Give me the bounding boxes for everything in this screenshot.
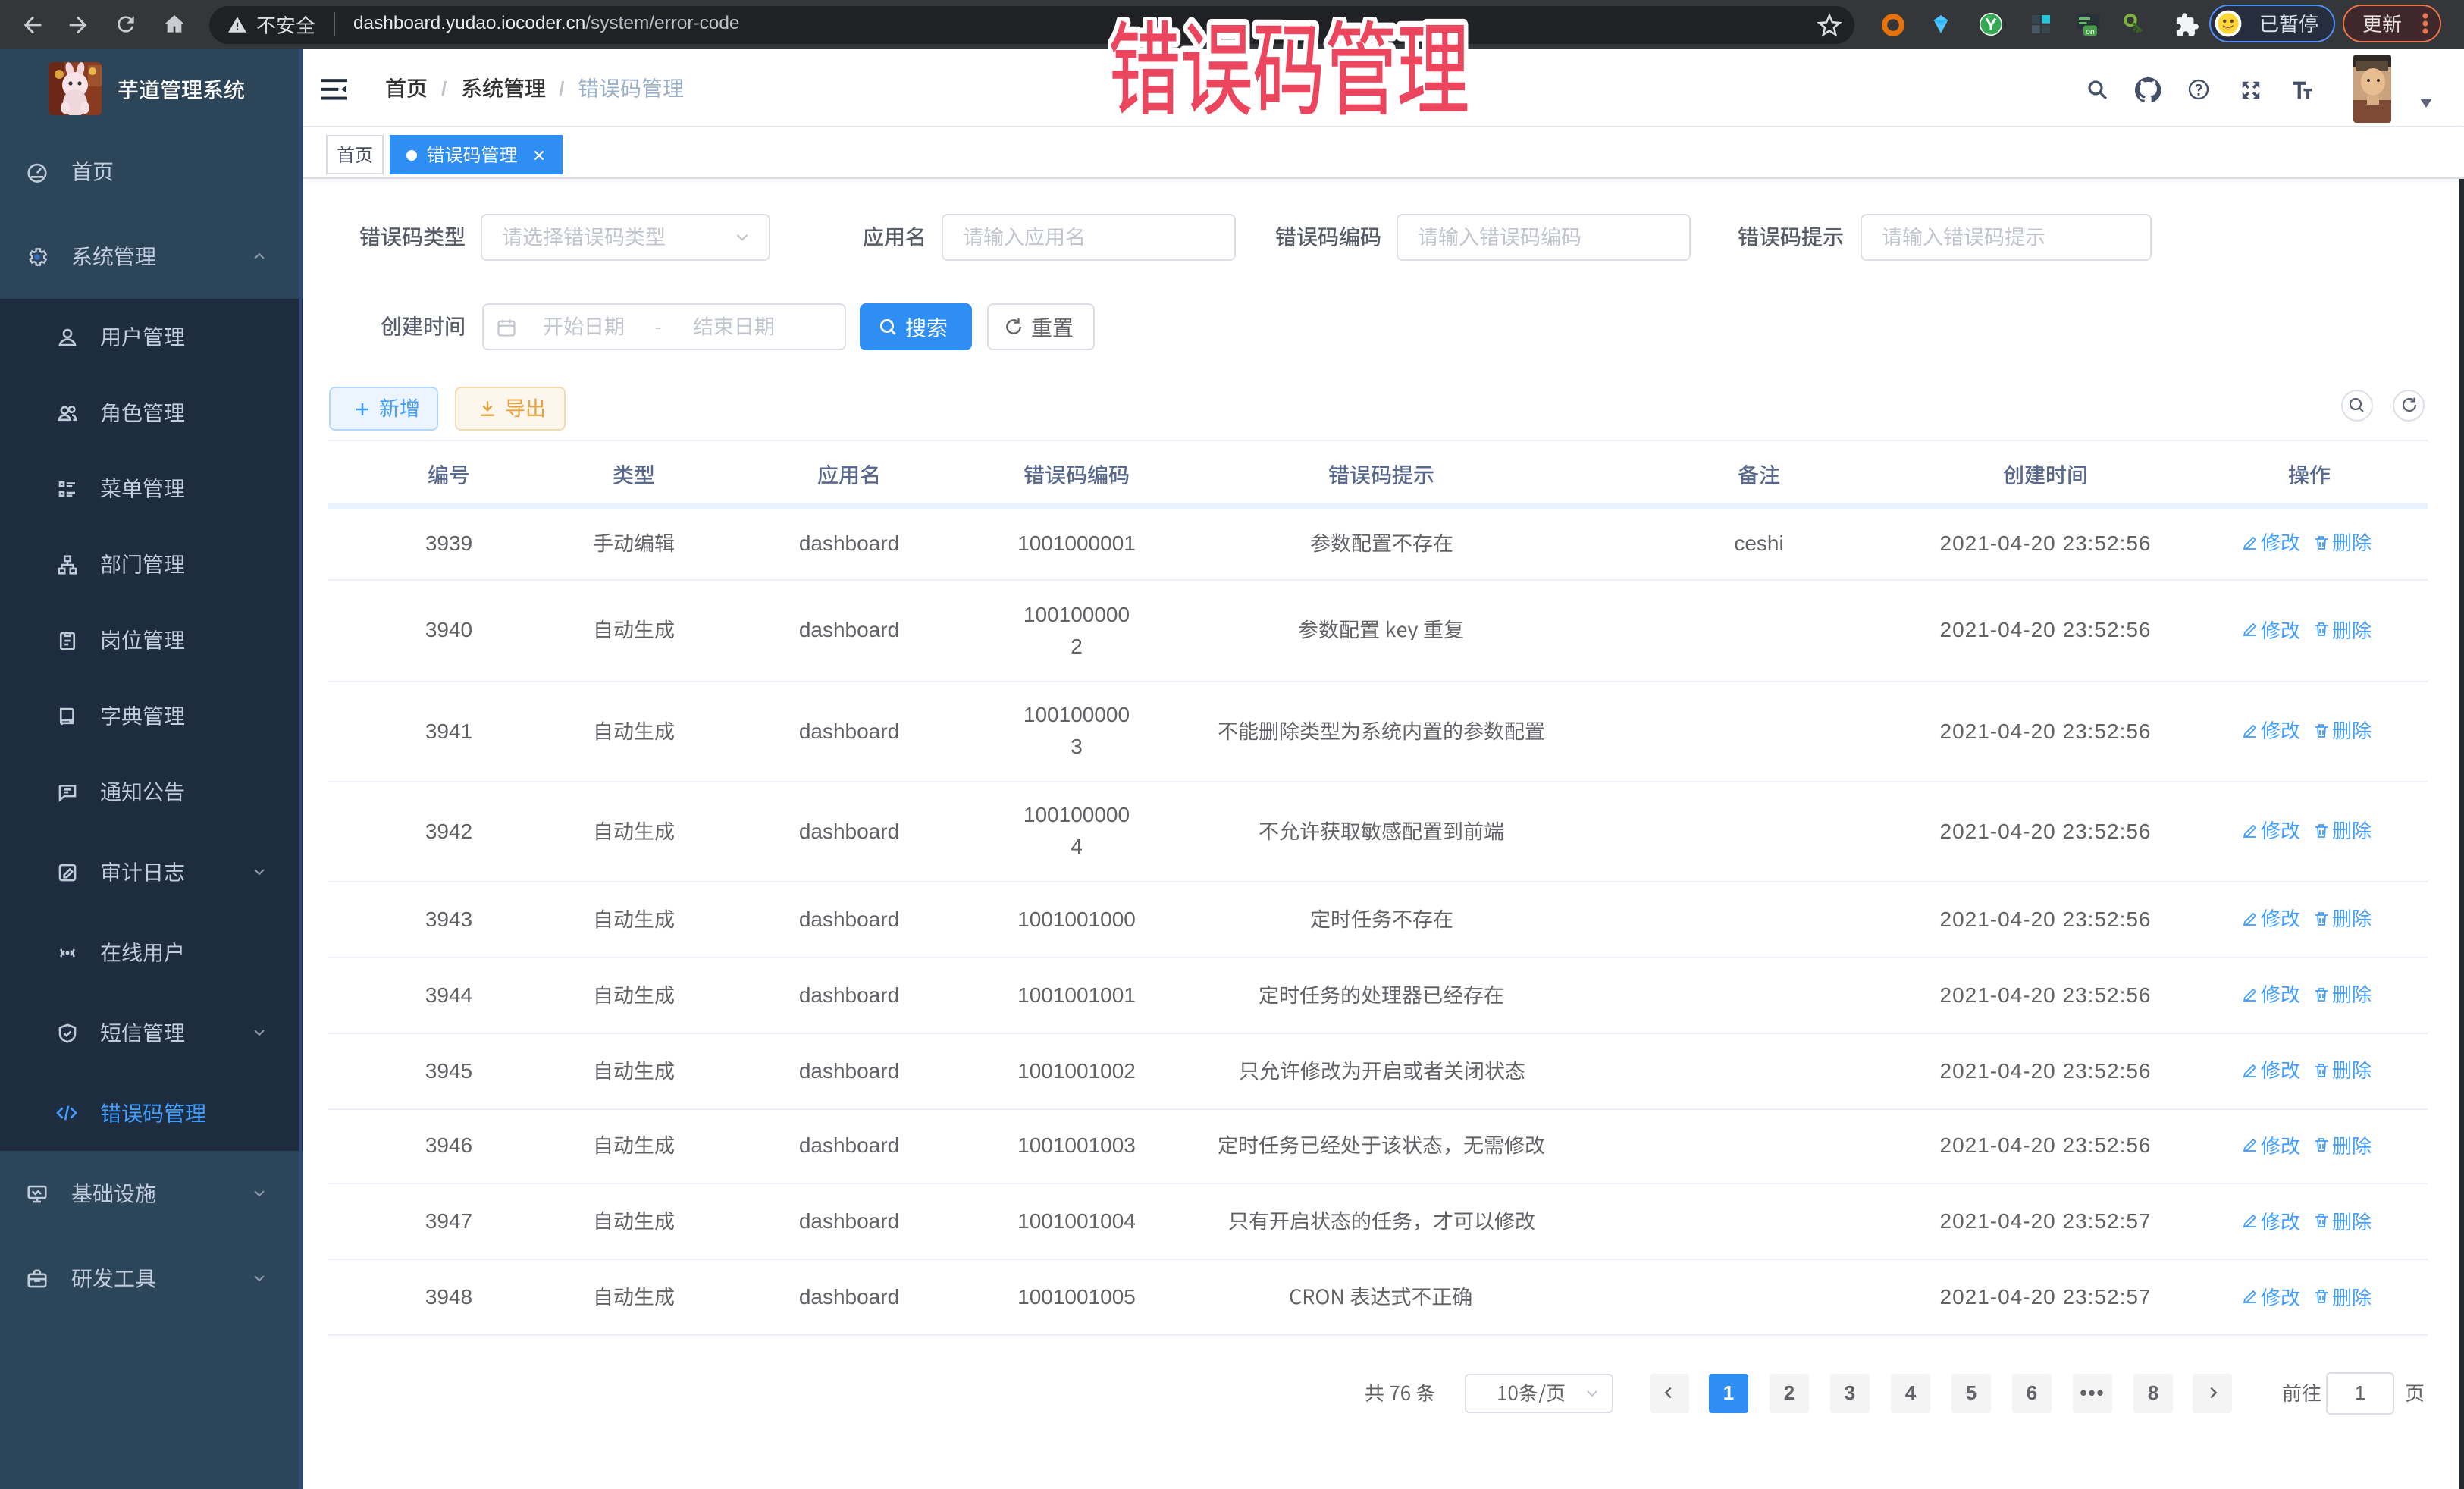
svg-text:on: on (2086, 27, 2095, 36)
